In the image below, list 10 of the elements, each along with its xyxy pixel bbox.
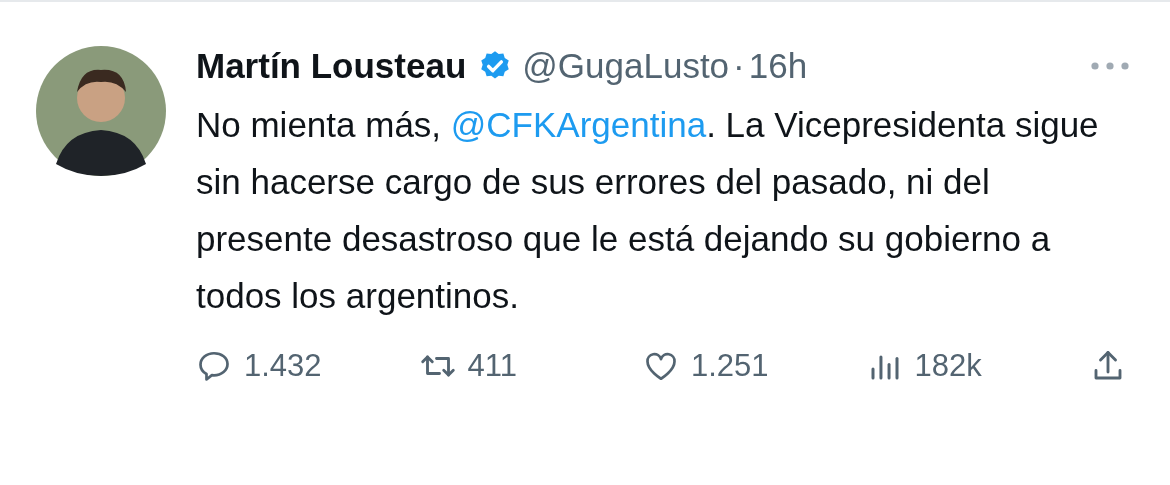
tweet-text: No mienta más, @CFKArgentina. La Vicepresidenta sigue sin hacerse cargo de sus errores del pasado, ni del presente desastroso que le está dejando su gobierno a todos los argentinos. <box>196 104 1100 317</box>
author-name[interactable]: Martín Lousteau <box>196 46 467 86</box>
action-count: 411 <box>467 348 517 384</box>
action-count: 1.251 <box>691 348 769 384</box>
separator-dot: · <box>733 46 745 86</box>
post-time[interactable]: 16h <box>748 46 808 86</box>
avatar[interactable] <box>36 46 166 176</box>
action-count: 1.432 <box>244 348 322 384</box>
action-count: 182k <box>914 348 982 384</box>
author-handle[interactable]: @GugaLusto <box>522 46 730 86</box>
